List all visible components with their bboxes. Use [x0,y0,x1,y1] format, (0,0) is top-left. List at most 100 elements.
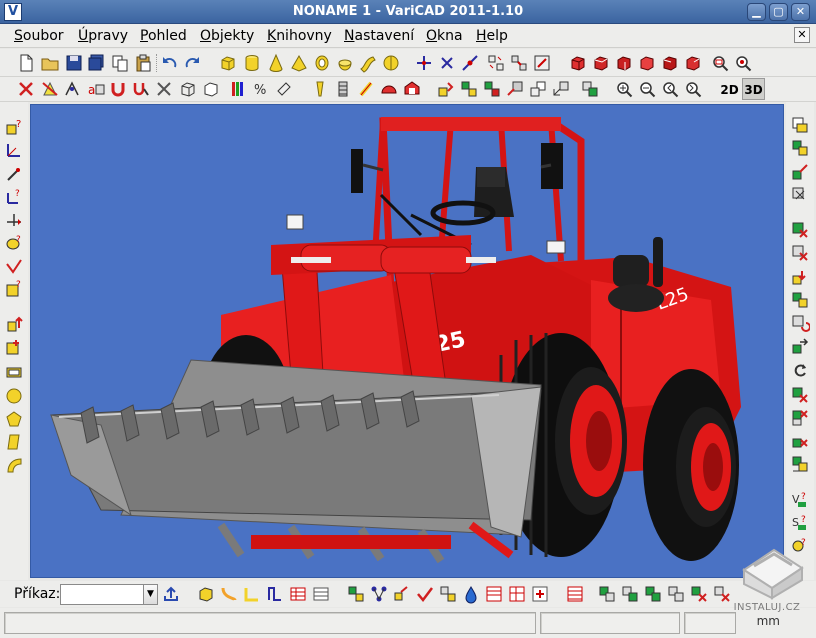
text-attribute-button[interactable]: a [86,79,106,99]
assembly-replace-button[interactable] [528,79,548,99]
solid-revolve-button[interactable] [335,53,355,73]
menu-okna[interactable]: Okna [426,28,463,44]
left-tool-5[interactable] [4,210,24,230]
bottom-tool-4[interactable] [265,584,285,604]
bottom-tool-17[interactable] [597,584,617,604]
view-cube-iso-button[interactable] [637,53,657,73]
wireframe-button[interactable] [178,79,198,99]
left-tool-6[interactable]: ? [4,233,24,253]
transform-button[interactable] [509,53,529,73]
shading-button[interactable] [274,79,294,99]
bottom-tool-12[interactable] [461,584,481,604]
assembly-link-button[interactable] [459,79,479,99]
bottom-tool-6[interactable] [311,584,331,604]
solid-cone-button[interactable] [266,53,286,73]
save-all-button[interactable] [86,53,106,73]
right-tool-13[interactable] [790,408,810,428]
paste-button[interactable] [133,53,153,73]
assembly-tree-button[interactable] [482,79,502,99]
left-tool-11[interactable] [4,360,24,380]
tools-button[interactable] [154,79,174,99]
copy-button[interactable] [110,53,130,73]
view-cube-side-button[interactable] [591,53,611,73]
zoom-next-button[interactable] [683,79,703,99]
grid-select-button[interactable] [486,53,506,73]
left-tool-3[interactable] [4,164,24,184]
bottom-tool-16[interactable] [565,584,585,604]
solid-tube-button[interactable] [312,53,332,73]
solid-sweep-button[interactable] [358,53,378,73]
right-tool-16[interactable]: V? [790,490,810,510]
left-tool-14[interactable] [4,432,24,452]
right-tool-6[interactable] [790,243,810,263]
bottom-tool-11[interactable] [438,584,458,604]
right-tool-17[interactable]: S? [790,513,810,533]
view-cube-back-button[interactable] [660,53,680,73]
bottom-tool-14[interactable] [507,584,527,604]
zoom-out-button[interactable] [637,79,657,99]
right-tool-12[interactable] [790,385,810,405]
bottom-tool-5[interactable] [288,584,308,604]
right-tool-1[interactable] [790,115,810,135]
command-execute-button[interactable] [161,584,181,604]
hidden-lines-button[interactable] [201,79,221,99]
align-button[interactable] [460,53,480,73]
shell-button[interactable] [402,79,422,99]
view-cube-front-button[interactable] [568,53,588,73]
right-tool-4[interactable] [790,185,810,205]
zoom-window-button[interactable] [710,53,730,73]
menu-objekty[interactable]: Objekty [200,28,254,44]
menu-knihovny[interactable]: Knihovny [267,28,332,44]
redo-button[interactable] [182,53,202,73]
bottom-tool-21[interactable] [689,584,709,604]
document-close-button[interactable]: ✕ [794,27,810,43]
view-cube-top-button[interactable] [614,53,634,73]
solid-box-button[interactable] [218,53,238,73]
bottom-tool-8[interactable] [369,584,389,604]
zoom-previous-button[interactable] [660,79,680,99]
menu-nastaveni[interactable]: Nastavení [344,28,414,44]
part-properties-button[interactable] [310,79,330,99]
menu-soubor[interactable]: Soubor [14,28,64,44]
left-tool-4[interactable]: ? [4,187,24,207]
color-snap-button[interactable] [131,79,151,99]
right-tool-5[interactable] [790,220,810,240]
bottom-tool-19[interactable] [643,584,663,604]
bottom-tool-1[interactable] [196,584,216,604]
bottom-tool-20[interactable] [666,584,686,604]
switch-2d-button[interactable]: 2D [718,78,741,100]
assembly-copy-button[interactable] [551,79,571,99]
right-tool-15[interactable] [790,454,810,474]
left-tool-10[interactable] [4,337,24,357]
menu-pohled[interactable]: Pohled [140,28,187,44]
right-tool-2[interactable] [790,138,810,158]
solid-pyramid-button[interactable] [289,53,309,73]
new-file-button[interactable] [16,53,36,73]
magnet-snap-button[interactable] [108,79,128,99]
bottom-tool-9[interactable] [392,584,412,604]
left-tool-13[interactable] [4,409,24,429]
left-tool-12[interactable] [4,386,24,406]
right-tool-3[interactable] [790,162,810,182]
left-tool-9[interactable] [4,314,24,334]
shaft-button[interactable] [356,79,376,99]
bottom-tool-2[interactable] [219,584,239,604]
menu-upravy[interactable]: Úpravy [78,28,128,44]
bolt-button[interactable] [333,79,353,99]
move-button[interactable] [414,53,434,73]
assembly-color-button[interactable] [580,79,600,99]
left-tool-15[interactable] [4,455,24,475]
switch-3d-button[interactable]: 3D [742,78,765,100]
assembly-insert-button[interactable] [436,79,456,99]
save-button[interactable] [64,53,84,73]
3d-viewport[interactable]: L25 L25 [30,104,784,578]
zoom-in-button[interactable] [614,79,634,99]
bottom-tool-15[interactable] [530,584,550,604]
maximize-button[interactable]: ▢ [769,3,788,21]
blank-objects-button[interactable] [40,79,60,99]
assembly-update-button[interactable] [505,79,525,99]
copy-transform-button[interactable] [532,53,552,73]
bottom-tool-10[interactable] [415,584,435,604]
solid-loft-button[interactable] [381,53,401,73]
bottom-tool-13[interactable] [484,584,504,604]
